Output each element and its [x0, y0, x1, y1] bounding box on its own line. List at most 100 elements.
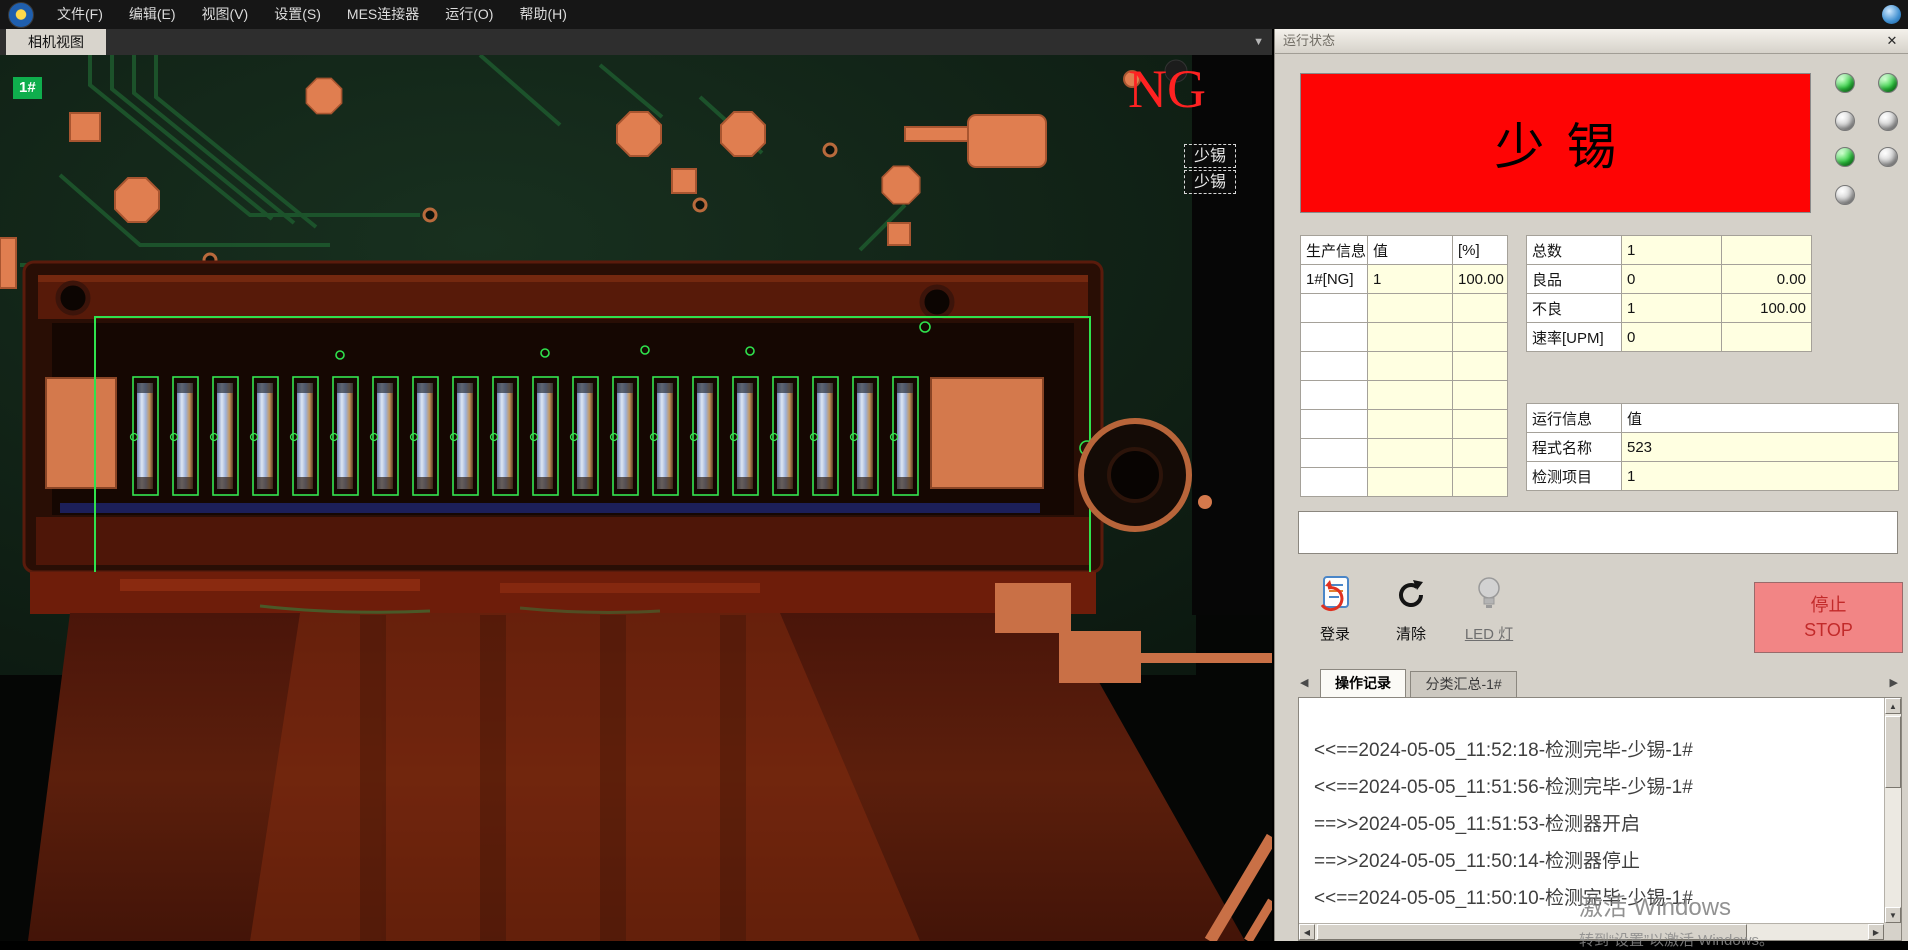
stats-value: 0 [1622, 265, 1722, 294]
menu-settings[interactable]: 设置(S) [261, 0, 334, 29]
status-led [1878, 111, 1898, 131]
production-cell [1453, 323, 1508, 352]
production-cell [1368, 410, 1453, 439]
app-logo-icon [8, 2, 34, 28]
stats-pct [1722, 323, 1812, 352]
tab-operation-log[interactable]: 操作记录 [1320, 669, 1406, 697]
camera-tabstrip: 相机视图 ▼ [0, 29, 1272, 55]
production-row [1301, 294, 1508, 323]
production-cell [1368, 352, 1453, 381]
stop-label-en: STOP [1804, 618, 1853, 642]
production-row: 1#[NG] 1 100.00 [1301, 265, 1508, 294]
run-status-panel: 运行状态 ✕ 少锡 生产信息 值 [%] 1#[NG] 1 100.00 [1274, 29, 1908, 941]
stats-label: 总数 [1527, 236, 1622, 265]
stats-row: 良品 0 0.00 [1527, 265, 1812, 294]
vertical-scroll-thumb[interactable] [1885, 716, 1901, 788]
tab-class-summary[interactable]: 分类汇总-1# [1410, 671, 1516, 697]
login-button[interactable]: 登录 [1302, 575, 1368, 644]
menu-help[interactable]: 帮助(H) [506, 0, 579, 29]
run-info-value: 523 [1622, 433, 1899, 462]
menu-file[interactable]: 文件(F) [44, 0, 116, 29]
production-cell [1301, 323, 1368, 352]
stats-row: 总数 1 [1527, 236, 1812, 265]
stats-value: 1 [1622, 294, 1722, 323]
tab-camera-view[interactable]: 相机视图 [6, 29, 106, 55]
log-tabs-scroll-left-icon[interactable]: ◀ [1300, 676, 1308, 689]
menu-view[interactable]: 视图(V) [189, 0, 262, 29]
production-row [1301, 381, 1508, 410]
production-cell [1453, 381, 1508, 410]
production-cell: 1 [1368, 265, 1453, 294]
stop-button[interactable]: 停止 STOP [1754, 582, 1903, 653]
menu-edit[interactable]: 编辑(E) [116, 0, 189, 29]
production-cell [1301, 468, 1368, 497]
stats-label: 良品 [1527, 265, 1622, 294]
menu-mes-connector[interactable]: MES连接器 [334, 0, 432, 29]
production-row [1301, 468, 1508, 497]
log-tabs: 操作记录 分类汇总-1# [1320, 669, 1517, 697]
production-cell [1301, 410, 1368, 439]
production-row [1301, 410, 1508, 439]
watermark-line1: 激活 Windows [1579, 887, 1774, 922]
stats-pct [1722, 236, 1812, 265]
watermark-line2: 转到“设置”以激活 Windows。 [1579, 929, 1774, 950]
production-cell [1453, 410, 1508, 439]
status-led [1878, 73, 1898, 93]
run-info-label: 程式名称 [1527, 433, 1622, 462]
run-info-label: 检测项目 [1527, 462, 1622, 491]
led-light-button[interactable]: LED 灯 [1456, 575, 1522, 644]
scroll-down-icon[interactable]: ▼ [1885, 907, 1901, 923]
stats-pct: 100.00 [1722, 294, 1812, 323]
production-cell: 1#[NG] [1301, 265, 1368, 294]
status-globe-icon [1882, 5, 1901, 24]
menu-bar: 文件(F) 编辑(E) 视图(V) 设置(S) MES连接器 运行(O) 帮助(… [0, 0, 1908, 29]
clear-button[interactable]: 清除 [1378, 575, 1444, 644]
run-info-table: 运行信息 值 程式名称 523 检测项目 1 [1526, 403, 1899, 491]
production-cell [1453, 439, 1508, 468]
production-cell [1368, 468, 1453, 497]
message-input[interactable] [1298, 511, 1898, 554]
status-led [1878, 147, 1898, 167]
production-cell [1453, 352, 1508, 381]
scroll-left-icon[interactable]: ◀ [1299, 924, 1315, 940]
scroll-right-icon[interactable]: ▶ [1868, 924, 1884, 940]
stats-table: 总数 1 良品 0 0.00 不良 1 100.00 速率[UPM] 0 [1526, 235, 1812, 352]
pcb-image [0, 55, 1272, 941]
scroll-up-icon[interactable]: ▲ [1885, 698, 1901, 714]
run-info-header-row: 运行信息 值 [1527, 404, 1899, 433]
production-cell [1453, 468, 1508, 497]
run-info-row: 程式名称 523 [1527, 433, 1899, 462]
production-cell [1368, 381, 1453, 410]
production-header: 生产信息 [1301, 236, 1368, 265]
production-cell [1301, 352, 1368, 381]
login-icon [1316, 575, 1354, 615]
production-cell [1368, 439, 1453, 468]
production-cell [1301, 381, 1368, 410]
production-cell: 100.00 [1453, 265, 1508, 294]
vertical-scrollbar[interactable]: ▲ ▼ [1884, 698, 1901, 923]
log-entry: <<==2024-05-05_11:51:56-检测完毕-少锡-1# [1314, 769, 1884, 806]
production-cell [1368, 323, 1453, 352]
status-led [1835, 111, 1855, 131]
tabstrip-dropdown-icon[interactable]: ▼ [1253, 29, 1264, 55]
led-light-label: LED 灯 [1456, 623, 1522, 644]
production-cell [1301, 439, 1368, 468]
inspection-result-label: NG [1128, 61, 1206, 118]
close-icon[interactable]: ✕ [1882, 29, 1902, 53]
status-led [1835, 73, 1855, 93]
production-cell [1368, 294, 1453, 323]
run-info-value: 1 [1622, 462, 1899, 491]
production-table: 生产信息 值 [%] 1#[NG] 1 100.00 [1300, 235, 1508, 497]
scrollbar-corner [1884, 923, 1901, 940]
production-header: 值 [1368, 236, 1453, 265]
menu-run[interactable]: 运行(O) [432, 0, 506, 29]
production-header-row: 生产信息 值 [%] [1301, 236, 1508, 265]
led-bulb-icon [1474, 575, 1504, 615]
log-tabs-scroll-right-icon[interactable]: ▶ [1890, 676, 1898, 689]
run-info-row: 检测项目 1 [1527, 462, 1899, 491]
stats-row: 不良 1 100.00 [1527, 294, 1812, 323]
panel-title: 运行状态 [1283, 29, 1335, 53]
stats-label: 速率[UPM] [1527, 323, 1622, 352]
stats-value: 1 [1622, 236, 1722, 265]
status-led [1835, 185, 1855, 205]
